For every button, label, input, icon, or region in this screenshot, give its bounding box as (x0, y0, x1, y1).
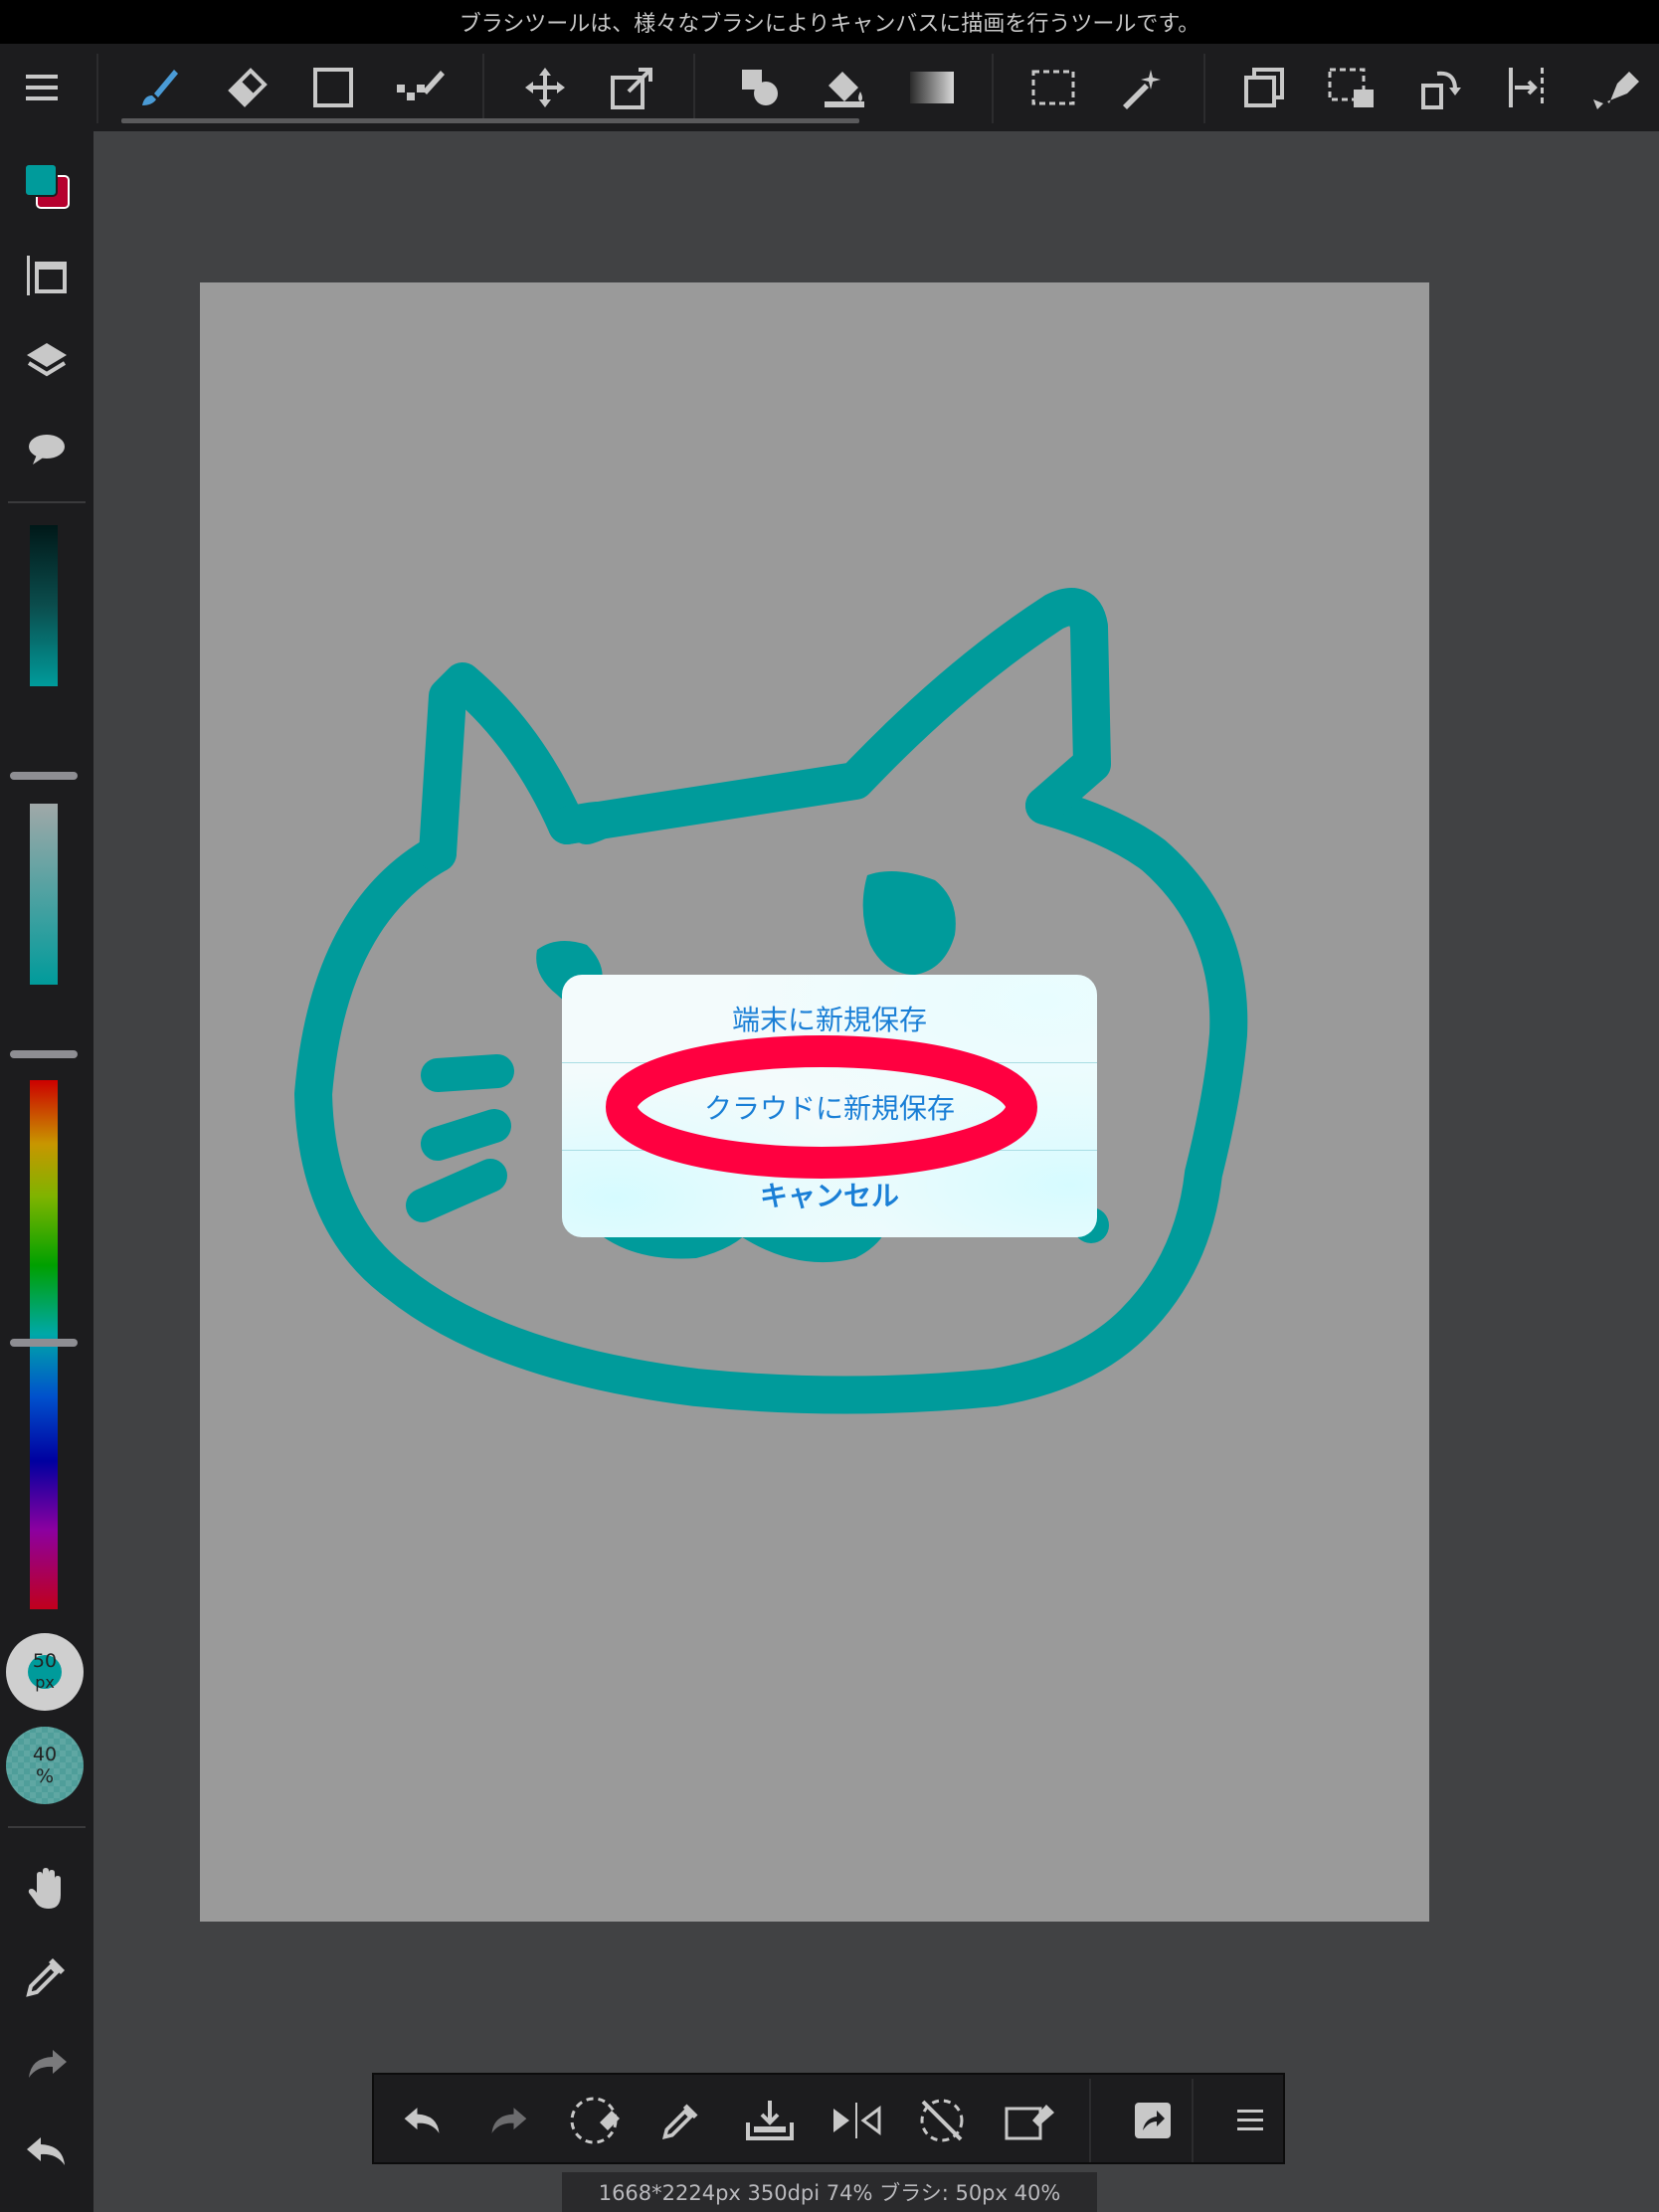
status-bar: 1668*2224px 350dpi 74% ブラシ: 50px 40% (562, 2172, 1097, 2212)
save-icon[interactable] (735, 2086, 805, 2155)
redo-icon[interactable] (473, 2086, 543, 2155)
transform-selection-icon[interactable] (995, 2086, 1064, 2155)
status-text: 1668*2224px 350dpi 74% ブラシ: 50px 40% (598, 2181, 1061, 2205)
clear-layer-icon[interactable] (561, 2086, 631, 2155)
highlight-ellipse (606, 1035, 1037, 1179)
eyedropper-icon[interactable] (646, 2086, 716, 2155)
flip-horizontal-icon[interactable] (822, 2086, 891, 2155)
more-menu-icon[interactable] (1217, 2086, 1287, 2155)
share-icon[interactable] (1118, 2086, 1188, 2155)
bottom-toolbar (372, 2073, 1285, 2164)
reset-rotation-icon[interactable] (907, 2086, 977, 2155)
undo-icon[interactable] (388, 2086, 458, 2155)
